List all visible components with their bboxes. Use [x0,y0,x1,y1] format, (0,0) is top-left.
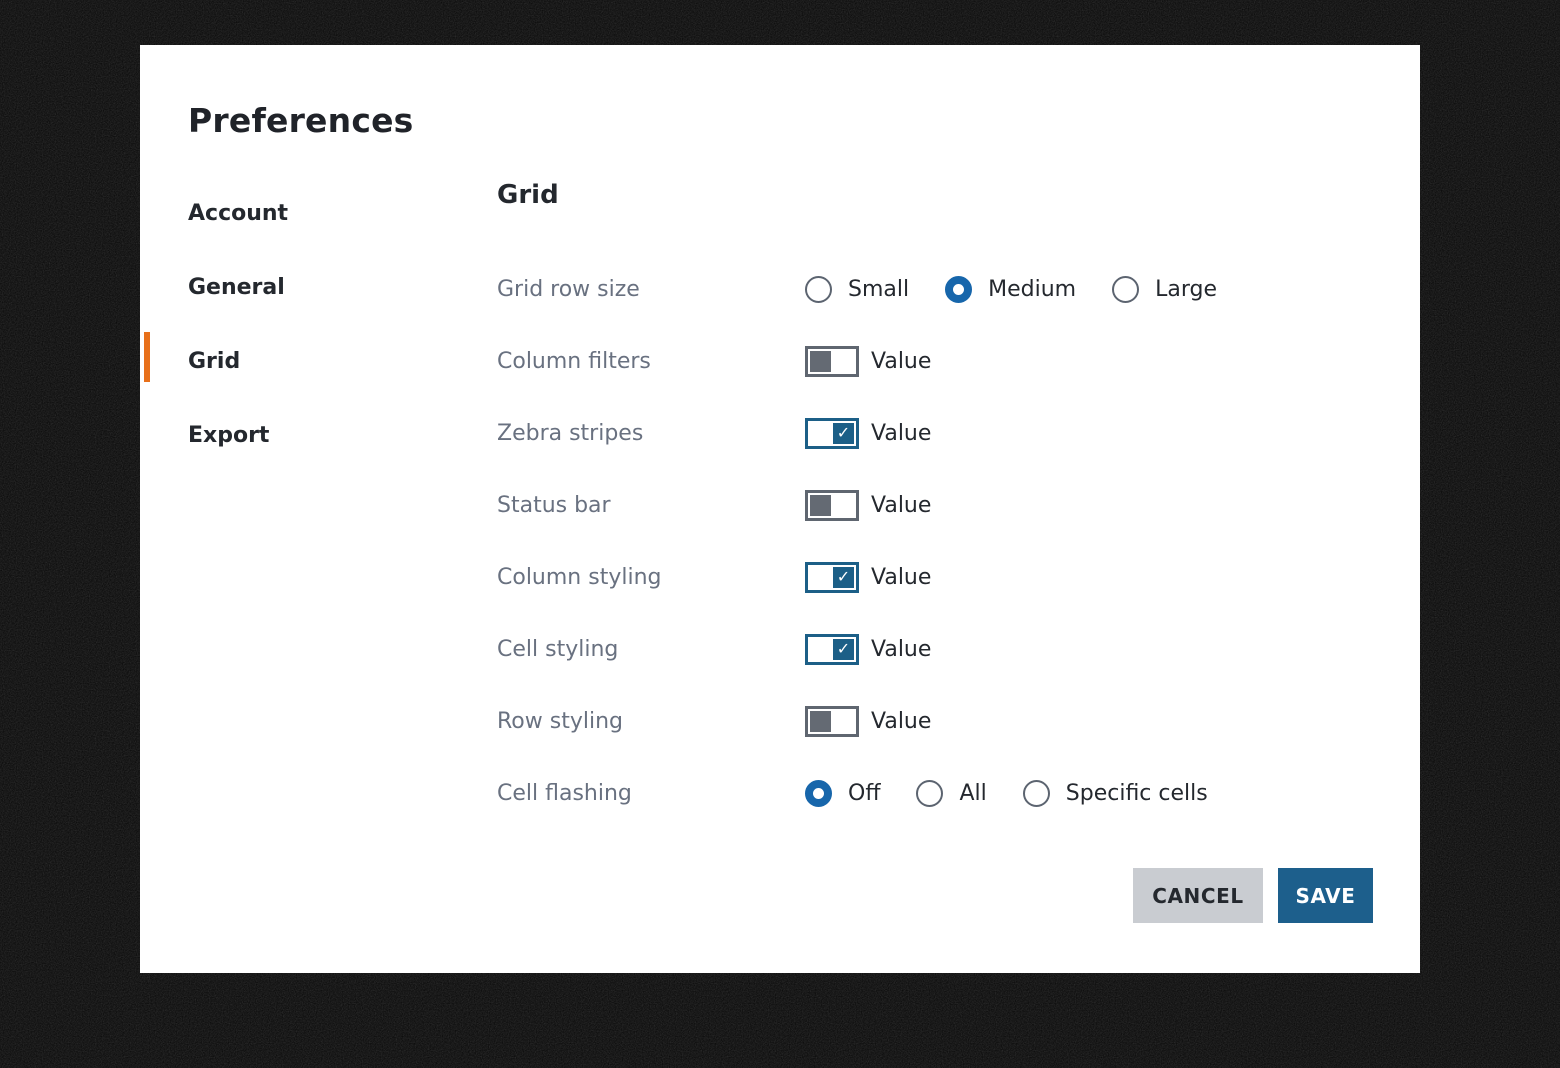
setting-label: Cell flashing [497,781,805,806]
dialog-title: Preferences [188,101,414,140]
toggle-handle [810,495,831,516]
radio-option-large[interactable]: Large [1112,276,1217,303]
toggle-on[interactable]: ✓ [805,418,859,449]
panel-heading: Grid [497,180,559,210]
radio-option-off[interactable]: Off [805,780,880,807]
setting-label: Grid row size [497,277,805,302]
toggle-value-label: Value [871,637,931,662]
setting-label: Column filters [497,349,805,374]
footer-buttons: CANCEL SAVE [1133,868,1373,923]
toggle-control-status-bar: Value [805,490,931,521]
sidebar-nav: AccountGeneralGridExport [188,176,448,472]
sidebar-item-general[interactable]: General [188,250,448,324]
toggle-value-label: Value [871,565,931,590]
toggle-control-column-filters: Value [805,346,931,377]
toggle-off[interactable] [805,346,859,377]
toggle-handle [810,711,831,732]
settings-row-row-styling: Row styling Value [497,685,1377,757]
radio-unselected-icon[interactable] [1112,276,1139,303]
settings-row-cell-styling: Cell styling ✓ Value [497,613,1377,685]
radio-option-label: Medium [988,277,1076,302]
toggle-control-zebra-stripes: ✓ Value [805,418,931,449]
radio-option-label: Large [1155,277,1217,302]
radio-option-specific-cells[interactable]: Specific cells [1023,780,1208,807]
radio-option-label: Small [848,277,909,302]
setting-label: Column styling [497,565,805,590]
radio-unselected-icon[interactable] [916,780,943,807]
toggle-handle-check-icon: ✓ [833,639,854,660]
settings-row-column-filters: Column filters Value [497,325,1377,397]
toggle-control-cell-styling: ✓ Value [805,634,931,665]
settings-row-column-styling: Column styling ✓ Value [497,541,1377,613]
radio-option-medium[interactable]: Medium [945,276,1076,303]
toggle-handle-check-icon: ✓ [833,567,854,588]
toggle-value-label: Value [871,349,931,374]
toggle-value-label: Value [871,421,931,446]
save-button[interactable]: SAVE [1278,868,1373,923]
radio-option-small[interactable]: Small [805,276,909,303]
toggle-value-label: Value [871,709,931,734]
toggle-control-row-styling: Value [805,706,931,737]
toggle-handle [810,351,831,372]
radio-option-label: Specific cells [1066,781,1208,806]
settings-row-status-bar: Status bar Value [497,469,1377,541]
cancel-button[interactable]: CANCEL [1133,868,1263,923]
radio-option-all[interactable]: All [916,780,986,807]
settings-row-cell-flashing: Cell flashing Off All Specific cells [497,757,1377,829]
toggle-handle-check-icon: ✓ [833,423,854,444]
toggle-control-column-styling: ✓ Value [805,562,931,593]
toggle-off[interactable] [805,490,859,521]
sidebar-item-account[interactable]: Account [188,176,448,250]
radio-unselected-icon[interactable] [805,276,832,303]
setting-label: Zebra stripes [497,421,805,446]
toggle-on[interactable]: ✓ [805,562,859,593]
sidebar-item-export[interactable]: Export [188,398,448,472]
radio-group-cell-flashing: Off All Specific cells [805,780,1208,807]
toggle-on[interactable]: ✓ [805,634,859,665]
radio-group-grid-row-size: Small Medium Large [805,276,1217,303]
radio-selected-icon[interactable] [945,276,972,303]
radio-option-label: All [959,781,986,806]
toggle-value-label: Value [871,493,931,518]
settings-row-zebra-stripes: Zebra stripes ✓ Value [497,397,1377,469]
active-tab-indicator [144,332,150,382]
settings-rows: Grid row size Small Medium Large Column filt… [497,253,1377,829]
setting-label: Row styling [497,709,805,734]
settings-row-grid-row-size: Grid row size Small Medium Large [497,253,1377,325]
radio-unselected-icon[interactable] [1023,780,1050,807]
radio-selected-icon[interactable] [805,780,832,807]
sidebar-item-grid[interactable]: Grid [188,324,448,398]
setting-label: Status bar [497,493,805,518]
preferences-dialog: Preferences AccountGeneralGridExport Gri… [140,45,1420,973]
radio-option-label: Off [848,781,880,806]
toggle-off[interactable] [805,706,859,737]
setting-label: Cell styling [497,637,805,662]
